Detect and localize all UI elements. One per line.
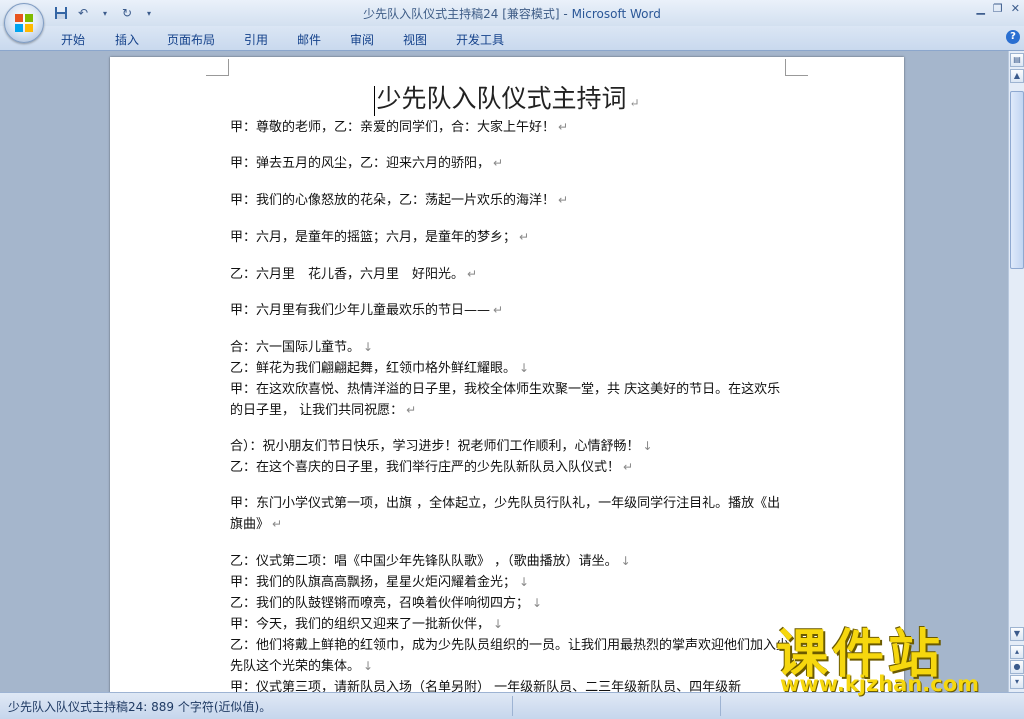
paragraph: 乙：六月里 花儿香，六月里 好阳光。 ↵ — [230, 267, 478, 282]
window-controls: ▁ ❐ ✕ — [976, 2, 1020, 15]
scroll-up-icon[interactable]: ▲ — [1010, 69, 1024, 83]
tab-review[interactable]: 审阅 — [350, 31, 374, 48]
paragraph: 合：六一国际儿童节。 ↓ — [230, 340, 374, 355]
margin-corner-top-left — [206, 59, 229, 76]
status-separator — [512, 696, 513, 716]
title-bar: ↶ ▾ ↻ ▾ 少先队入队仪式主持稿24 [兼容模式] - Microsoft … — [0, 0, 1024, 27]
restore-icon[interactable]: ❐ — [993, 2, 1003, 15]
paragraph-mark: ↵ — [629, 96, 640, 110]
status-separator — [720, 696, 721, 716]
close-icon[interactable]: ✕ — [1011, 2, 1020, 15]
paragraph: 合）：祝小朋友们节日快乐，学习进步！祝老师们工作顺利，心情舒畅！ ↓ — [230, 439, 653, 454]
paragraph: 乙：仪式第二项：唱《中国少年先锋队队歌》 ，（歌曲播放）请坐。 ↓ — [230, 554, 631, 569]
document-area: 少先队入队仪式主持词 ↵ 甲：尊敬的老师，乙：亲爱的同学们，合：大家上午好！ ↵ 甲… — [0, 51, 1008, 692]
paragraph: 甲：六月里有我们少年儿童最欢乐的节日—— ↵ — [230, 303, 504, 318]
document-title-text: 少先队入队仪式主持词 — [376, 84, 627, 113]
application-name: Microsoft Word — [571, 7, 661, 21]
paragraph: 甲：今天，我们的组织又迎来了一批新伙伴， ↓ — [230, 617, 504, 632]
office-button[interactable] — [4, 3, 44, 43]
paragraph: 甲：在这欢欣喜悦、热情洋溢的日子里，我校全体师生欢聚一堂，共 庆这美好的节日。在… — [230, 382, 781, 418]
tab-page-layout[interactable]: 页面布局 — [167, 31, 215, 48]
tab-view[interactable]: 视图 — [403, 31, 427, 48]
browse-object-icon[interactable]: ● — [1010, 660, 1024, 674]
paragraph: 甲：我们的队旗高高飘扬，星星火炬闪耀着金光； ↓ — [230, 575, 530, 590]
tab-home[interactable]: 开始 — [61, 31, 85, 48]
ribbon-tabs: 开始 插入 页面布局 引用 邮件 审阅 视图 开发工具 — [0, 26, 1024, 51]
ruler-toggle-icon[interactable]: ▤ — [1010, 53, 1024, 67]
window-title: 少先队入队仪式主持稿24 [兼容模式] - Microsoft Word — [0, 5, 1024, 22]
tab-developer[interactable]: 开发工具 — [456, 31, 504, 48]
document-page[interactable]: 少先队入队仪式主持词 ↵ 甲：尊敬的老师，乙：亲爱的同学们，合：大家上午好！ ↵ 甲… — [110, 57, 904, 692]
office-logo-icon — [15, 14, 33, 32]
margin-corner-top-right — [785, 59, 808, 76]
paragraph: 乙：他们将戴上鲜艳的红领巾，成为少先队员组织的一员。让我们用最热烈的掌声欢迎他们… — [230, 638, 790, 674]
paragraph: 乙：鲜花为我们翩翩起舞，红领巾格外鲜红耀眼。 ↓ — [230, 361, 530, 376]
help-icon[interactable]: ? — [1006, 30, 1020, 44]
tab-mailings[interactable]: 邮件 — [297, 31, 321, 48]
next-page-icon[interactable]: ▾ — [1010, 675, 1024, 689]
status-bar: 少先队入队仪式主持稿24: 889 个字符(近似值)。 — [0, 692, 1024, 719]
paragraph: 甲：尊敬的老师，乙：亲爱的同学们，合：大家上午好！ ↵ — [230, 120, 569, 135]
vertical-scrollbar[interactable]: ▤ ▲ ▼ ▴ ● ▾ — [1008, 51, 1024, 692]
scrollbar-thumb[interactable] — [1010, 91, 1024, 269]
watermark-url: www.kjzhan.com — [780, 672, 980, 696]
paragraph: 乙：在这个喜庆的日子里，我们举行庄严的少先队新队员入队仪式！ ↵ — [230, 460, 634, 475]
document-name: 少先队入队仪式主持稿24 [兼容模式] — [363, 7, 560, 21]
paragraph: 甲：弹去五月的风尘，乙：迎来六月的骄阳， ↵ — [230, 156, 504, 171]
minimize-icon[interactable]: ▁ — [976, 2, 984, 15]
tab-insert[interactable]: 插入 — [115, 31, 139, 48]
paragraph: 乙：我们的队鼓铿锵而嘹亮，召唤着伙伴响彻四方； ↓ — [230, 596, 543, 611]
paragraph: 甲：东门小学仪式第一项，出旗 ，全体起立，少先队员行队礼，一年级同学行注目礼。播… — [230, 496, 781, 532]
title-separator: - — [559, 7, 572, 21]
document-title: 少先队入队仪式主持词 ↵ — [110, 79, 904, 116]
scroll-down-icon[interactable]: ▼ — [1010, 627, 1024, 641]
paragraph: 甲：六月，是童年的摇篮；六月，是童年的梦乡； ↵ — [230, 230, 530, 245]
paragraph: 甲：我们的心像怒放的花朵，乙：荡起一片欢乐的海洋！ ↵ — [230, 193, 569, 208]
status-word-count[interactable]: 少先队入队仪式主持稿24: 889 个字符(近似值)。 — [8, 698, 271, 715]
previous-page-icon[interactable]: ▴ — [1010, 645, 1024, 659]
tab-references[interactable]: 引用 — [244, 31, 268, 48]
